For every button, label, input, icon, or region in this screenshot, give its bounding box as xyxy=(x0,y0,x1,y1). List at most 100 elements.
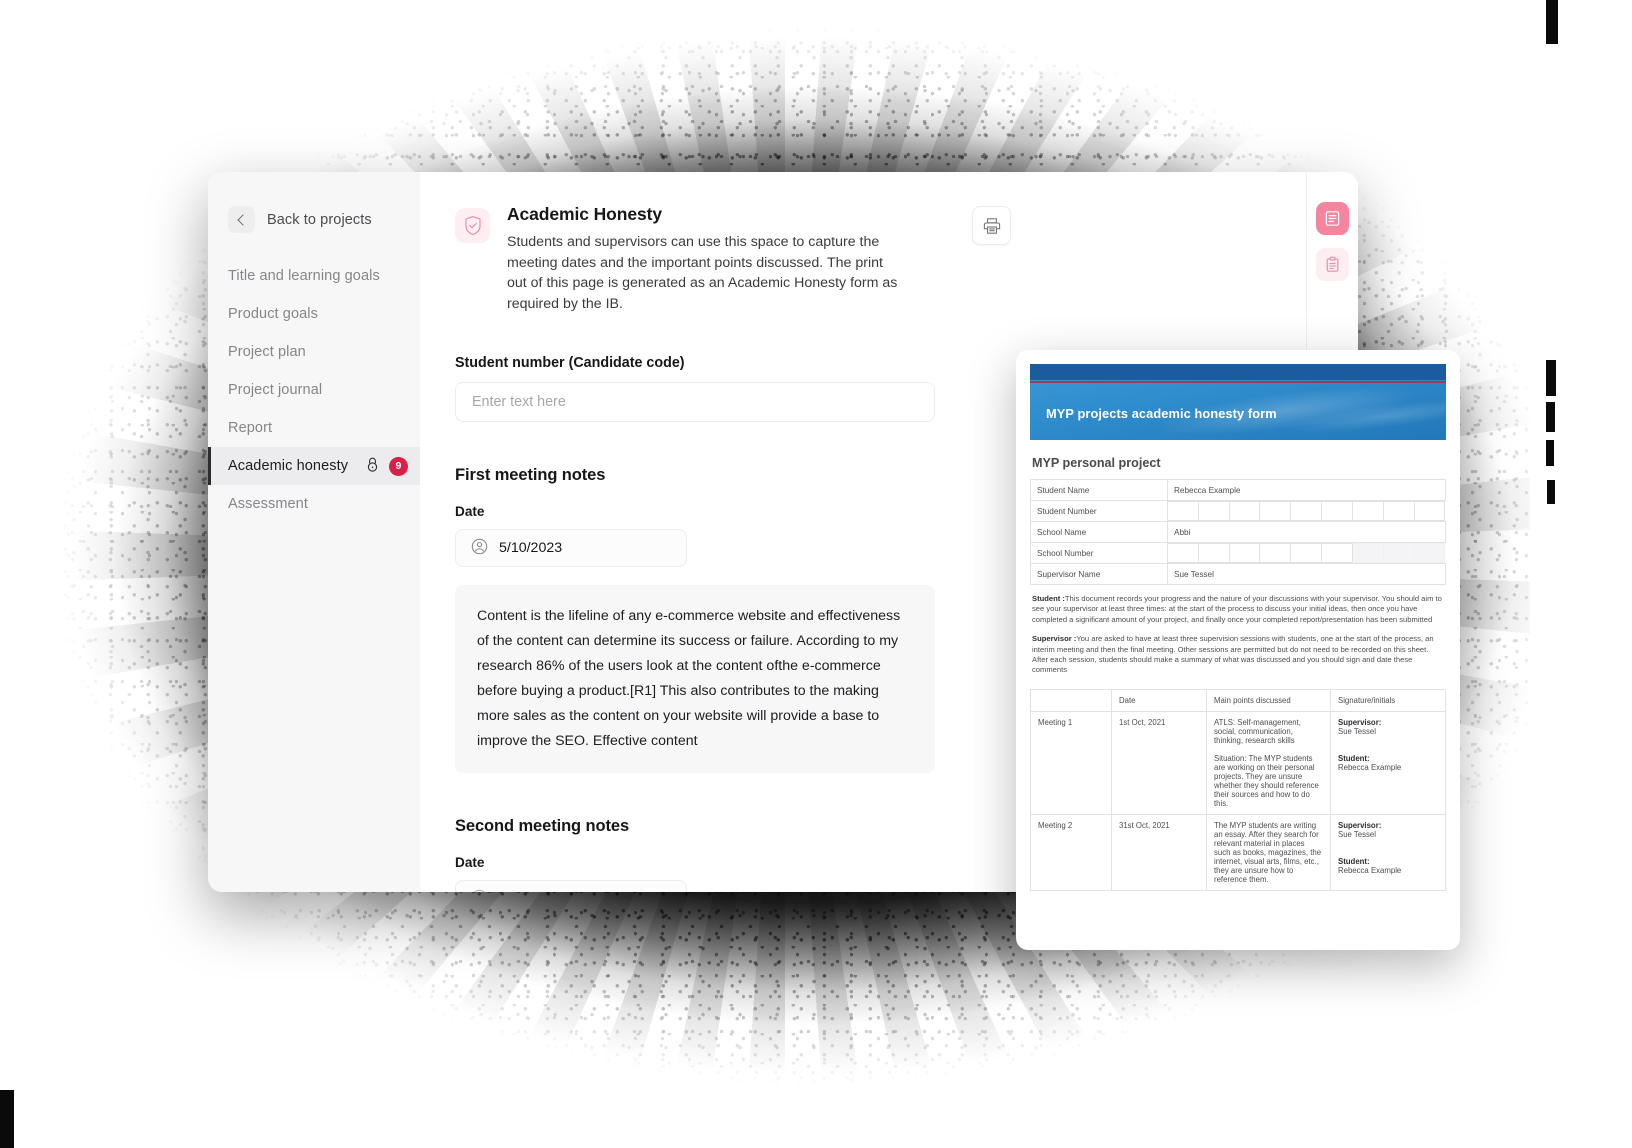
info-boxes xyxy=(1168,501,1446,522)
status-badge: 9 xyxy=(389,456,408,476)
second-meeting-date-placeholder: Pick a date xyxy=(499,891,569,892)
back-to-projects-label: Back to projects xyxy=(267,211,372,228)
student-name: Rebecca Example xyxy=(1338,865,1402,875)
list-document-icon-button[interactable] xyxy=(1316,202,1349,235)
list-document-icon xyxy=(1325,211,1340,226)
info-boxes xyxy=(1168,543,1446,564)
edge-artifact xyxy=(1546,402,1555,432)
meeting-number: Meeting 1 xyxy=(1030,710,1112,815)
back-chevron-button[interactable] xyxy=(228,206,255,233)
edge-artifact xyxy=(1546,360,1556,396)
first-meeting-notes[interactable]: Content is the lifeline of any e-commerc… xyxy=(455,585,935,773)
first-meeting-date-value: 5/10/2023 xyxy=(499,540,563,556)
sidebar-nav: Title and learning goals Product goals P… xyxy=(208,257,420,523)
meeting-date: 1st Oct, 2021 xyxy=(1111,710,1207,815)
edge-artifact xyxy=(1546,0,1558,44)
meeting-signatures: Supervisor: Sue Tessel Student: Rebecca … xyxy=(1330,710,1446,815)
sidebar-item-indicators: 9 xyxy=(365,456,408,476)
lock-icon xyxy=(365,456,380,476)
document-info-table: Student Name Rebecca Example Student Num… xyxy=(1030,479,1446,585)
shield-check-icon xyxy=(455,208,490,243)
sidebar: Back to projects Title and learning goal… xyxy=(208,172,420,892)
edge-artifact xyxy=(1547,480,1555,504)
clipboard-icon xyxy=(1326,256,1339,272)
page-header: Academic Honesty Students and supervisor… xyxy=(420,172,1358,314)
table-row: School Name Abbi xyxy=(1030,521,1446,543)
first-meeting-date-input[interactable]: 5/10/2023 xyxy=(455,529,687,567)
back-to-projects-button[interactable]: Back to projects xyxy=(208,172,420,233)
table-row: Student Number xyxy=(1030,500,1446,522)
second-meeting-date-input[interactable]: Pick a date xyxy=(455,880,687,892)
sidebar-item-product-goals[interactable]: Product goals xyxy=(208,295,420,333)
meeting-points: ATLS: Self-management, social, communica… xyxy=(1206,710,1331,815)
table-header-row: Date Main points discussed Signature/ini… xyxy=(1030,688,1446,712)
sidebar-item-label: Report xyxy=(228,420,273,436)
sidebar-item-label: Product goals xyxy=(228,306,318,322)
table-row: Student Name Rebecca Example xyxy=(1030,479,1446,501)
info-label: Student Number xyxy=(1030,500,1168,522)
document-banner-title: MYP projects academic honesty form xyxy=(1046,406,1277,421)
col-signature: Signature/initials xyxy=(1330,688,1446,712)
info-value: Abbi xyxy=(1167,521,1446,543)
sidebar-item-title-and-learning-goals[interactable]: Title and learning goals xyxy=(208,257,420,295)
info-value: Sue Tessel xyxy=(1167,563,1446,585)
second-meeting-title: Second meeting notes xyxy=(455,817,630,835)
meeting-points-line1: ATLS: Self-management, social, communica… xyxy=(1214,717,1301,745)
student-note-text: This document records your progress and … xyxy=(1032,594,1442,624)
clipboard-icon-button[interactable] xyxy=(1316,248,1349,281)
student-label: Student: xyxy=(1338,856,1370,866)
student-number-input[interactable]: Enter text here xyxy=(455,382,935,422)
page-header-text: Academic Honesty Students and supervisor… xyxy=(507,204,902,314)
meetings-table: Date Main points discussed Signature/ini… xyxy=(1030,688,1446,891)
sidebar-item-label: Assessment xyxy=(228,496,308,512)
meeting-signatures: Supervisor: Sue Tessel Student: Rebecca … xyxy=(1330,813,1446,891)
page-title: Academic Honesty xyxy=(507,204,662,224)
table-row: Meeting 2 31st Oct, 2021 The MYP student… xyxy=(1030,813,1446,891)
printer-icon xyxy=(983,217,1000,234)
info-value: Rebecca Example xyxy=(1167,479,1446,501)
document-preview-card: MYP projects academic honesty form MYP p… xyxy=(1016,350,1460,950)
info-label: School Number xyxy=(1030,542,1168,564)
document-banner: MYP projects academic honesty form xyxy=(1030,364,1446,440)
supervisor-name: Sue Tessel xyxy=(1338,726,1376,736)
student-name: Rebecca Example xyxy=(1338,762,1402,772)
info-label: Supervisor Name xyxy=(1030,563,1168,585)
sidebar-item-report[interactable]: Report xyxy=(208,409,420,447)
supervisor-note-paragraph: Supervisor :You are asked to have at lea… xyxy=(1032,634,1444,676)
chevron-left-icon xyxy=(237,213,249,226)
print-button[interactable] xyxy=(972,206,1011,245)
sidebar-item-label: Project plan xyxy=(228,344,306,360)
col-date: Date xyxy=(1111,688,1207,712)
meeting-points: The MYP students are writing an essay. A… xyxy=(1206,813,1331,891)
edge-artifact xyxy=(0,1090,14,1148)
calendar-user-icon xyxy=(471,889,488,892)
supervisor-note-text: You are asked to have at least three sup… xyxy=(1032,634,1434,675)
meeting-number: Meeting 2 xyxy=(1030,813,1112,891)
student-label: Student: xyxy=(1338,753,1370,763)
supervisor-label: Supervisor: xyxy=(1338,820,1382,830)
edge-artifact xyxy=(1546,440,1554,466)
sidebar-item-label: Title and learning goals xyxy=(228,268,380,284)
meeting-date: 31st Oct, 2021 xyxy=(1111,813,1207,891)
sidebar-item-assessment[interactable]: Assessment xyxy=(208,485,420,523)
meeting-points-line2: Situation: The MYP students are working … xyxy=(1214,753,1319,808)
first-meeting-title: First meeting notes xyxy=(455,466,606,484)
table-row: Supervisor Name Sue Tessel xyxy=(1030,563,1446,585)
supervisor-name: Sue Tessel xyxy=(1338,829,1376,839)
sidebar-item-label: Academic honesty xyxy=(228,458,349,474)
table-row: Meeting 1 1st Oct, 2021 ATLS: Self-manag… xyxy=(1030,710,1446,815)
page-description: Students and supervisors can use this sp… xyxy=(507,234,898,312)
sidebar-item-project-plan[interactable]: Project plan xyxy=(208,333,420,371)
student-note-label: Student : xyxy=(1032,594,1065,603)
student-note-paragraph: Student :This document records your prog… xyxy=(1032,594,1444,625)
document-heading: MYP personal project xyxy=(1032,456,1161,470)
calendar-user-icon xyxy=(471,538,488,559)
sidebar-item-project-journal[interactable]: Project journal xyxy=(208,371,420,409)
sidebar-item-academic-honesty[interactable]: Academic honesty 9 xyxy=(208,447,420,485)
supervisor-label: Supervisor: xyxy=(1338,717,1382,727)
col-meeting xyxy=(1030,688,1112,712)
supervisor-note-label: Supervisor : xyxy=(1032,634,1077,644)
info-label: School Name xyxy=(1030,521,1168,543)
info-label: Student Name xyxy=(1030,479,1168,501)
sidebar-item-label: Project journal xyxy=(228,382,323,398)
